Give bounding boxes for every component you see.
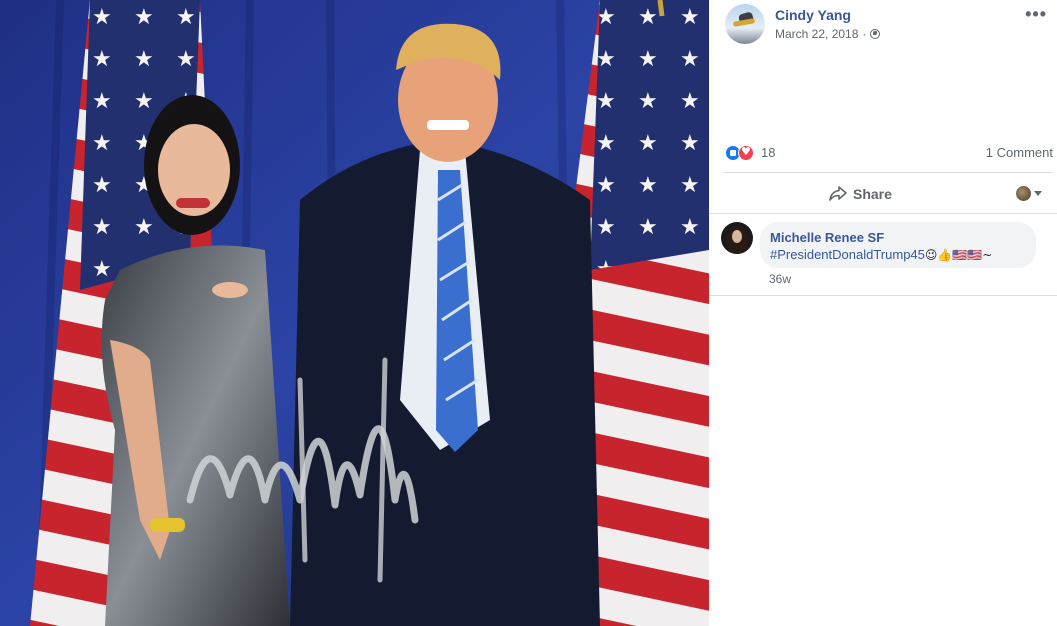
- globe-icon[interactable]: [870, 29, 881, 39]
- post-date[interactable]: March 22, 2018: [775, 27, 858, 41]
- comment-timestamp[interactable]: 36w: [769, 272, 791, 286]
- photo-image: ★: [0, 0, 709, 626]
- love-reaction-icon[interactable]: [738, 145, 754, 161]
- viewer-selector[interactable]: [1016, 186, 1042, 201]
- post-header: Cindy Yang March 22, 2018 · •••: [725, 4, 1049, 44]
- post-meta: March 22, 2018 ·: [775, 27, 881, 41]
- share-label: Share: [853, 186, 892, 202]
- comment-bubble: Michelle Renee SF #PresidentDonaldTrump4…: [760, 222, 1036, 268]
- comment-text: #PresidentDonaldTrump45😉👍🇺🇸🇺🇸~: [770, 246, 1026, 264]
- comment-hashtag[interactable]: #PresidentDonaldTrump45: [770, 247, 925, 262]
- post-photo[interactable]: ★: [0, 0, 709, 626]
- author-name[interactable]: Cindy Yang: [775, 7, 851, 23]
- reaction-summary: 18 1 Comment: [725, 143, 1053, 163]
- share-button[interactable]: Share: [829, 183, 892, 205]
- more-options-button[interactable]: •••: [1025, 4, 1047, 25]
- author-avatar[interactable]: [725, 4, 765, 44]
- reaction-count[interactable]: 18: [761, 145, 775, 160]
- comment-count-link[interactable]: 1 Comment: [986, 145, 1053, 160]
- viewer-avatar: [1016, 186, 1031, 201]
- comment-emojis: 😉👍🇺🇸🇺🇸~: [924, 248, 993, 262]
- divider: [709, 295, 1057, 296]
- commenter-name[interactable]: Michelle Renee SF: [770, 230, 1026, 246]
- share-icon: [829, 186, 847, 201]
- commenter-avatar[interactable]: [721, 222, 753, 254]
- divider: [709, 213, 1057, 214]
- chevron-down-icon: [1034, 191, 1042, 196]
- post-sidebar: Cindy Yang March 22, 2018 · ••• 18 1 Com…: [709, 0, 1057, 626]
- divider: [723, 172, 1053, 173]
